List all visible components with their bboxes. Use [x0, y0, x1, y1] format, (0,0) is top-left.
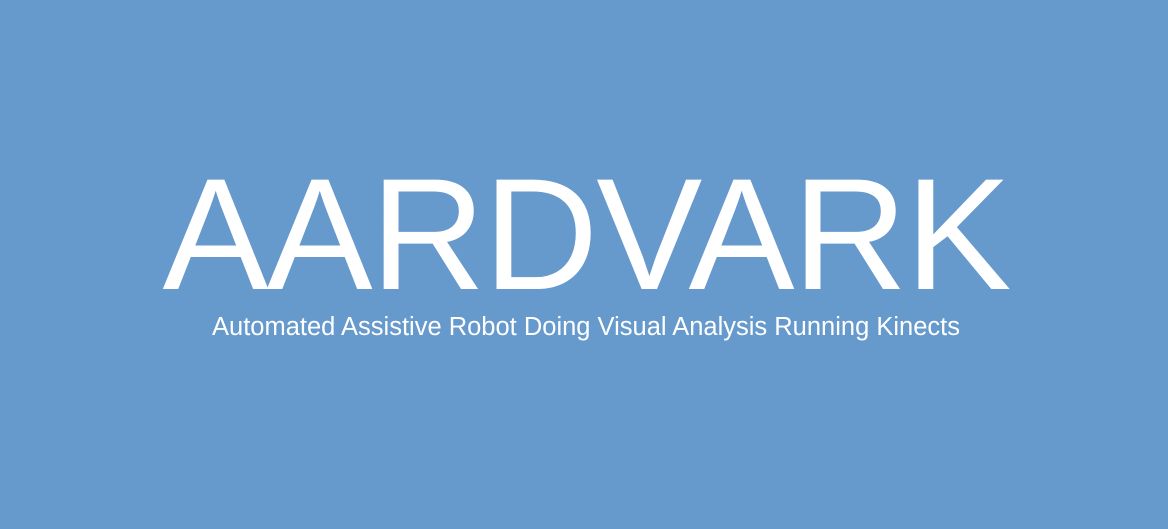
- page-subtitle: Automated Assistive Robot Doing Visual A…: [212, 313, 960, 341]
- title-banner: AARDVARK Automated Assistive Robot Doing…: [0, 0, 1168, 529]
- page-title: AARDVARK: [162, 145, 1012, 323]
